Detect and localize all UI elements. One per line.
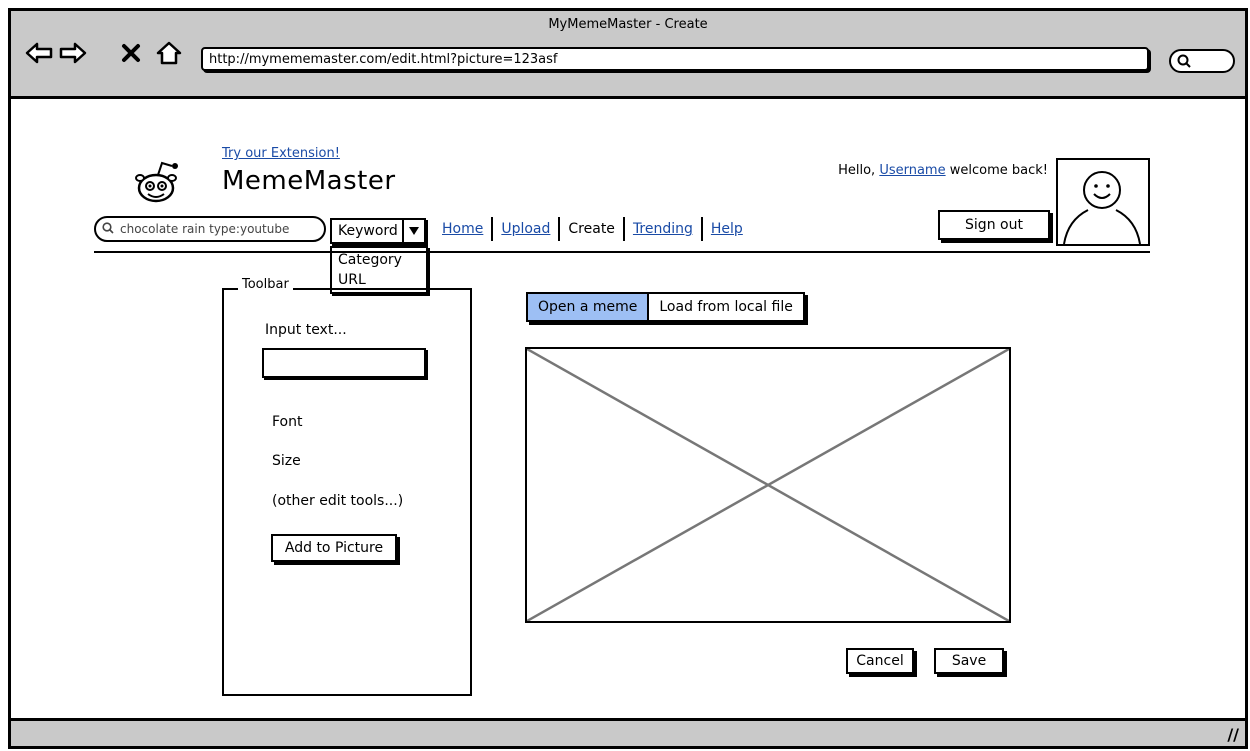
input-text-label: Input text...	[265, 322, 347, 338]
nav-divider	[491, 217, 494, 241]
greeting: Hello, Username welcome back!	[838, 163, 1048, 178]
sign-out-button[interactable]: Sign out	[938, 210, 1050, 240]
browser-search-field[interactable]	[1169, 49, 1235, 73]
search-type-value: Keyword	[338, 223, 398, 239]
tab-load-local-file[interactable]: Load from local file	[649, 294, 802, 320]
nav-home[interactable]: Home	[442, 221, 483, 237]
greeting-suffix: welcome back!	[949, 163, 1048, 178]
tab-open-meme[interactable]: Open a meme	[528, 294, 650, 320]
site-logo-text: MemeMaster	[222, 166, 396, 196]
add-to-picture-button[interactable]: Add to Picture	[271, 534, 397, 562]
search-icon	[1177, 54, 1191, 68]
nav-create-current: Create	[568, 221, 615, 237]
menu-item-url[interactable]: URL	[338, 270, 420, 290]
meme-image-placeholder[interactable]	[525, 347, 1011, 623]
forward-icon[interactable]	[59, 41, 87, 65]
extension-link[interactable]: Try our Extension!	[222, 146, 340, 161]
font-tool[interactable]: Font	[272, 414, 302, 430]
address-bar[interactable]: http://mymememaster.com/edit.html?pictur…	[201, 47, 1149, 71]
cancel-button[interactable]: Cancel	[846, 648, 914, 674]
username-link[interactable]: Username	[879, 163, 945, 178]
chevron-down-icon[interactable]	[402, 220, 424, 242]
header-divider	[94, 251, 1150, 253]
source-tabs: Open a meme Load from local file	[526, 292, 805, 322]
menu-item-category[interactable]: Category	[338, 250, 420, 270]
image-placeholder-icon	[526, 347, 1010, 623]
avatar[interactable]	[1056, 158, 1150, 246]
browser-status-bar: //	[11, 718, 1245, 746]
home-icon[interactable]	[155, 41, 183, 65]
nav-divider	[558, 217, 561, 241]
toolbar-legend: Toolbar	[238, 277, 293, 292]
search-input[interactable]: chocolate rain type:youtube	[94, 216, 326, 242]
search-type-select[interactable]: Keyword	[330, 218, 426, 244]
nav-upload[interactable]: Upload	[501, 221, 550, 237]
greeting-prefix: Hello,	[838, 163, 876, 178]
search-icon	[102, 222, 114, 234]
save-button[interactable]: Save	[934, 648, 1004, 674]
resize-grip-icon[interactable]: //	[1227, 725, 1239, 744]
stop-icon[interactable]	[121, 41, 141, 65]
nav-trending[interactable]: Trending	[633, 221, 693, 237]
back-icon[interactable]	[25, 41, 53, 65]
nav-help[interactable]: Help	[711, 221, 743, 237]
nav-divider	[622, 217, 625, 241]
search-type-menu: Category URL	[330, 246, 428, 294]
browser-toolbar: MyMemeMaster - Create http://mymememaste…	[11, 11, 1245, 99]
alien-logo-icon	[135, 161, 178, 203]
meme-text-input[interactable]	[262, 348, 426, 378]
main-nav: Home Upload Create Trending Help	[442, 216, 743, 242]
other-edit-tools: (other edit tools...)	[272, 493, 404, 509]
user-avatar-icon	[1063, 171, 1141, 245]
nav-divider	[700, 217, 703, 241]
search-query: chocolate rain type:youtube	[120, 222, 290, 236]
size-tool[interactable]: Size	[272, 453, 301, 469]
window-title: MyMemeMaster - Create	[548, 17, 708, 32]
